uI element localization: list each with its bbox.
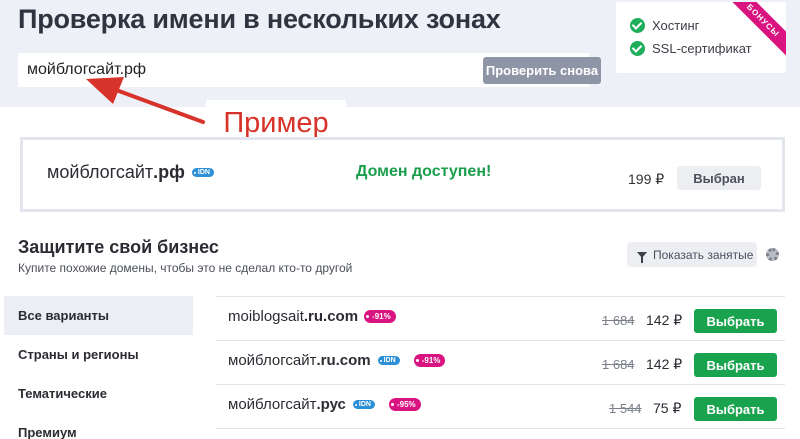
row-domain-name: moiblogsait xyxy=(228,308,304,325)
section-title: Защитите свой бизнес xyxy=(18,237,219,257)
old-price: 1 684 xyxy=(602,313,635,328)
select-button[interactable]: Выбрать xyxy=(694,353,777,377)
row-price: 142 ₽ xyxy=(646,356,683,372)
idn-badge: IDN xyxy=(377,356,400,365)
old-price: 1 544 xyxy=(609,401,642,416)
result-price: 199 ₽ xyxy=(628,171,665,187)
discount-badge: -91% xyxy=(364,310,396,323)
availability-status: Домен доступен! xyxy=(356,163,492,180)
row-domain: мойблогсайт .рус IDN -95% xyxy=(228,396,421,413)
result-domain-zone: .рф xyxy=(153,162,185,182)
row-price: 142 ₽ xyxy=(646,312,683,328)
discount-badge: -91% xyxy=(413,354,446,367)
row-domain-zone: .ru.com xyxy=(303,308,359,325)
domain-row: мойблогсайт .рус IDN -95% 1 544 75 ₽ Выбр… xyxy=(216,384,785,428)
row-domain-zone: .рус xyxy=(316,396,346,413)
row-domain-name: мойблогсайт xyxy=(228,352,317,369)
discount-badge: -95% xyxy=(388,398,421,411)
filter-icon xyxy=(637,251,647,263)
select-button[interactable]: Выбрать xyxy=(694,309,777,333)
domain-row-divider xyxy=(216,428,785,439)
row-domain-name: мойблогсайт xyxy=(228,396,317,413)
domain-row: moiblogsait .ru.com -91% 1 684 142 ₽ Выбр… xyxy=(216,296,785,340)
sidebar-item-thematic[interactable]: Тематические xyxy=(4,374,193,413)
result-domain: мойблогсайт.рф IDN xyxy=(47,162,214,183)
chosen-button[interactable]: Выбран xyxy=(677,166,761,190)
row-domain: мойблогсайт .ru.com IDN -91% xyxy=(228,352,446,369)
row-domain-zone: .ru.com xyxy=(316,352,371,369)
domain-row: мойблогсайт .ru.com IDN -91% 1 684 142 ₽ … xyxy=(216,340,785,384)
gear-icon[interactable] xyxy=(766,248,779,261)
old-price: 1 684 xyxy=(602,357,635,372)
section-subtitle: Купите похожие домены, чтобы это не сдел… xyxy=(18,261,353,275)
idn-badge: IDN xyxy=(191,168,214,177)
sidebar-item-countries[interactable]: Страны и регионы xyxy=(4,335,193,374)
show-taken-label: Показать занятые xyxy=(653,247,754,262)
select-button[interactable]: Выбрать xyxy=(694,397,777,421)
sidebar-item-all[interactable]: Все варианты xyxy=(4,296,193,335)
row-domain: moiblogsait .ru.com -91% xyxy=(228,308,396,325)
show-taken-button[interactable]: Показать занятые xyxy=(627,242,757,267)
idn-badge: IDN xyxy=(352,400,375,409)
result-card: мойблогсайт.рф IDN Домен доступен! 199 ₽ … xyxy=(20,137,785,212)
sidebar-item-premium[interactable]: Премиум xyxy=(4,413,193,439)
row-price: 75 ₽ xyxy=(653,400,682,416)
result-domain-name: мойблогсайт xyxy=(47,162,154,182)
